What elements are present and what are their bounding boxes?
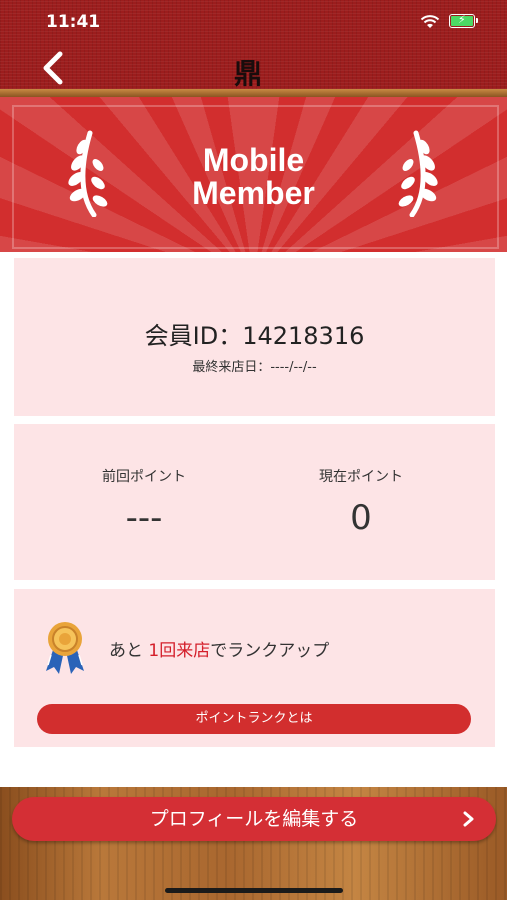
member-id-card: 会員ID：14218316 最終来店日：----/--/-- — [14, 258, 495, 416]
wood-strip — [0, 89, 507, 97]
rank-up-message: あと 1回来店でランクアップ — [109, 636, 329, 661]
home-indicator — [165, 888, 343, 893]
rank-card: あと 1回来店でランクアップ ポイントランクとは — [14, 589, 495, 747]
last-visit-date: 最終来店日：----/--/-- — [192, 360, 317, 375]
point-rank-info-button[interactable]: ポイントランクとは — [37, 704, 471, 734]
medal-icon — [46, 622, 84, 674]
brand-logo: 鼎 — [234, 57, 263, 90]
previous-points-label: 前回ポイント — [102, 469, 186, 485]
current-points-label: 現在ポイント — [319, 469, 403, 485]
app-header: 11:41 ⚡ 鼎 — [0, 0, 507, 92]
battery-icon: ⚡ — [449, 13, 475, 28]
member-id: 会員ID：14218316 — [144, 322, 365, 350]
previous-points-value: --- — [125, 498, 163, 538]
status-time: 11:41 — [46, 12, 101, 32]
back-chevron-icon[interactable] — [38, 50, 68, 86]
mobile-member-banner: Mobile Member — [0, 97, 507, 252]
edit-profile-button[interactable]: プロフィールを編集する — [12, 797, 496, 841]
member-content: 会員ID：14218316 最終来店日：----/--/-- 前回ポイント --… — [0, 252, 507, 787]
points-card: 前回ポイント --- 現在ポイント 0 — [14, 424, 495, 580]
wifi-icon — [420, 15, 440, 28]
current-points-value: 0 — [350, 498, 372, 538]
rank-up-prefix: あと — [109, 641, 143, 661]
laurel-right-icon — [398, 130, 438, 217]
chevron-right-icon — [463, 811, 474, 827]
edit-profile-label: プロフィールを編集する — [149, 808, 359, 830]
rank-up-suffix: でランクアップ — [210, 641, 330, 661]
footer: プロフィールを編集する — [0, 787, 507, 900]
rank-up-highlight: 1回来店 — [148, 641, 211, 661]
